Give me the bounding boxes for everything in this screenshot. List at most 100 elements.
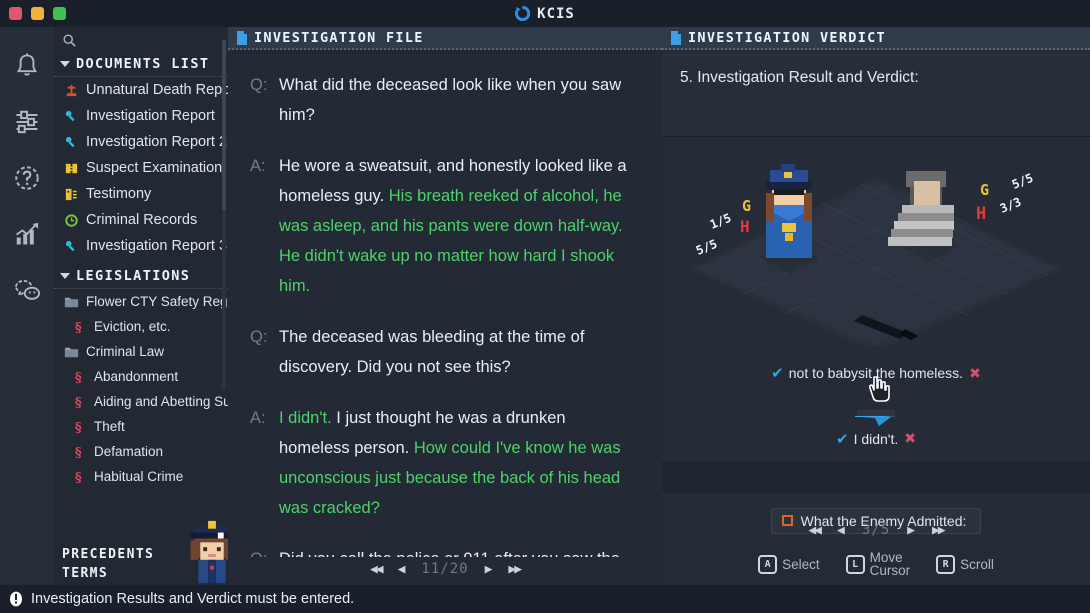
document-item[interactable]: Investigation Report (54, 103, 228, 129)
magnifier-pen-icon (65, 110, 75, 121)
maximize-button[interactable] (53, 7, 66, 20)
right-counter-1: 3/3 (998, 195, 1023, 216)
qa-segment: Did you call the police or 911 after you… (279, 550, 620, 557)
hint-move-line2: Cursor (869, 563, 911, 578)
sidebar-bottom-sections: PRECEDENTS TERMS (54, 545, 722, 585)
precedents-header[interactable]: PRECEDENTS (54, 545, 722, 582)
button-a-icon: A (758, 554, 778, 574)
chevron-down-icon (60, 61, 70, 67)
right-counter-2: 5/5 (1010, 171, 1035, 192)
question-circle-icon[interactable] (13, 164, 41, 192)
verdict-heading-row: 5. Investigation Result and Verdict: (662, 52, 1090, 137)
prev-page-icon[interactable]: ◀ (398, 562, 406, 577)
chart-growth-icon[interactable] (13, 220, 41, 248)
document-item[interactable]: Testimony (54, 181, 228, 207)
qa-text: The deceased was bleeding at the time of… (279, 322, 640, 382)
svg-text:§: § (75, 321, 82, 334)
investigation-file-panel: INVESTIGATION FILE Q: What did the deceas… (228, 27, 662, 585)
qa-label: Q: (250, 76, 268, 94)
hint-scroll[interactable]: R Scroll (936, 554, 994, 574)
chevron-down-icon (60, 273, 70, 279)
magnifier-pen-icon (65, 136, 75, 147)
qa-content: Q: What did the deceased look like when y… (228, 52, 662, 557)
first-page-icon[interactable]: ◀◀ (370, 562, 384, 577)
qa-segment: The deceased was bleeding at the time of… (279, 328, 585, 376)
legislation-item[interactable]: § Abandonment (54, 364, 228, 389)
terms-header[interactable]: TERMS (54, 564, 722, 583)
qa-text: What did the deceased look like when you… (279, 70, 640, 130)
qa-text: Did you call the police or 911 after you… (279, 544, 640, 557)
legislation-folder[interactable]: Flower CTY Safety Regulations (54, 289, 228, 314)
svg-text:§: § (75, 471, 82, 484)
refresh-circle-icon (515, 6, 531, 21)
svg-text:§: § (75, 446, 82, 459)
legislation-label: Habitual Crime (94, 469, 184, 484)
status-message: Investigation Results and Verdict must b… (31, 591, 355, 607)
document-item-label: Testimony (86, 186, 152, 202)
first-page-icon[interactable]: ◀◀ (808, 523, 822, 538)
section-sign-icon: § (75, 421, 82, 434)
document-item[interactable]: Investigation Report 2 (54, 129, 228, 155)
check-icon: ✔ (771, 365, 784, 382)
search-row[interactable] (54, 27, 228, 53)
legislation-item[interactable]: § Eviction, etc. (54, 314, 228, 339)
investigation-verdict-panel: INVESTIGATION VERDICT 5. Investigation R… (662, 27, 1090, 585)
last-page-icon[interactable]: ▶▶ (932, 523, 946, 538)
document-item[interactable]: Criminal Records (54, 207, 228, 233)
title-bar: KCIS (0, 0, 1090, 27)
search-icon[interactable] (62, 33, 77, 48)
legislation-item[interactable]: § Theft (54, 414, 228, 439)
minimize-button[interactable] (31, 7, 44, 20)
last-page-icon[interactable]: ▶▶ (508, 562, 522, 577)
section-sign-icon: § (75, 396, 82, 409)
bell-icon[interactable] (13, 52, 41, 80)
document-item-label: Criminal Records (86, 212, 198, 228)
investigation-file-title: INVESTIGATION FILE (254, 29, 424, 46)
legislation-item[interactable]: § Aiding and Abetting Suicide (54, 389, 228, 414)
investigation-file-header: INVESTIGATION FILE (228, 27, 662, 50)
documents-list-header[interactable]: DOCUMENTS LIST (54, 53, 228, 77)
document-item-label: Suspect Examination (86, 160, 223, 176)
records-clock-icon (65, 213, 78, 227)
legislation-folder[interactable]: Criminal Law (54, 339, 228, 364)
next-page-icon[interactable]: ▶ (485, 562, 493, 577)
enemy-admitted-row[interactable]: What the Enemy Admitted: (662, 493, 1090, 548)
section-sign-icon: § (75, 371, 82, 384)
sidebar-scrollbar[interactable] (222, 40, 226, 390)
hint-select-label: Select (782, 556, 820, 572)
legislations-list: Flower CTY Safety Regulations § Eviction, … (54, 289, 228, 489)
verdict-scene: G H 1/5 5/5 G H 3/3 5/5 (662, 137, 1090, 352)
window-controls (9, 7, 66, 20)
check-icon: ✔ (835, 430, 849, 448)
magnifier-pen-icon (65, 240, 75, 251)
sliders-icon[interactable] (13, 108, 41, 136)
document-icon (671, 30, 681, 45)
hint-select[interactable]: A Select (758, 554, 820, 574)
legislations-header[interactable]: LEGISLATIONS (54, 265, 228, 289)
sidebar-scrollbar-thumb[interactable] (222, 40, 226, 210)
document-item[interactable]: Unnatural Death Report (54, 77, 228, 103)
close-button[interactable] (9, 7, 22, 20)
legislation-label: Criminal Law (86, 344, 165, 359)
statement-text-1: I didn't. (853, 430, 899, 447)
qa-label: Q: (250, 328, 268, 346)
precedents-label: PRECEDENTS (62, 547, 155, 562)
verdict-pager: ◀◀ ◀ 3/5 ▶ ▶▶ (662, 522, 1090, 538)
documents-list-label: DOCUMENTS LIST (76, 56, 210, 72)
file-page-position: 11/20 (421, 561, 469, 577)
document-item[interactable]: Investigation Report 3 (54, 233, 228, 259)
prev-page-icon[interactable]: ◀ (837, 523, 845, 538)
qa-question: Q:Did you call the police or 911 after y… (250, 544, 640, 557)
hint-move-cursor[interactable]: L Move Cursor (845, 551, 911, 578)
qa-text: I didn't. I just thought he was a drunke… (279, 403, 640, 523)
qa-segment-highlight: I didn't. (279, 409, 332, 427)
qa-label: Q: (250, 544, 279, 557)
legislation-item[interactable]: § Habitual Crime (54, 464, 228, 489)
document-item[interactable]: Suspect Examination (54, 155, 228, 181)
legislation-label: Flower CTY Safety Regulations (86, 294, 228, 309)
documents-list: Unnatural Death Report Investigation Rep… (54, 77, 228, 259)
left-badge-h: H (740, 217, 750, 236)
next-page-icon[interactable]: ▶ (907, 523, 915, 538)
chat-bubbles-icon[interactable] (13, 276, 41, 304)
legislation-item[interactable]: § Defamation (54, 439, 228, 464)
